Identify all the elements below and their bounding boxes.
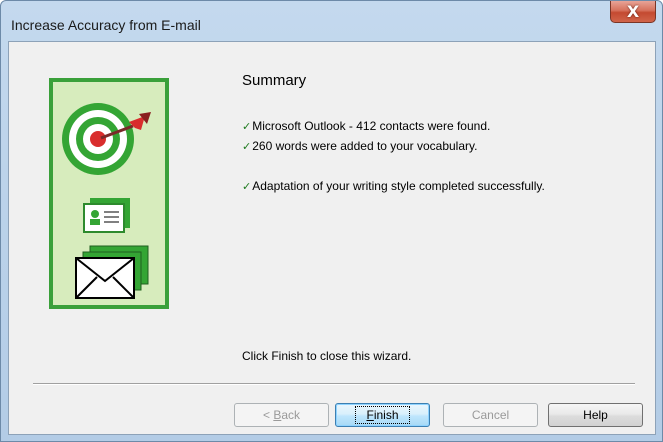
summary-item: ✓260 words were added to your vocabulary… <box>242 139 477 153</box>
wizard-window: Increase Accuracy from E-mail X Summary … <box>0 0 663 442</box>
checkmark-icon: ✓ <box>242 140 252 153</box>
title-bar[interactable]: Increase Accuracy from E-mail X <box>1 1 662 41</box>
summary-item-text: Microsoft Outlook - 412 contacts were fo… <box>252 119 491 133</box>
cancel-button[interactable]: Cancel <box>443 403 538 427</box>
close-button[interactable]: X <box>610 1 656 23</box>
wizard-illustration <box>49 78 169 309</box>
help-button-label: Help <box>583 408 608 422</box>
back-button-label: < Back <box>262 408 301 422</box>
contact-card-icon <box>83 198 130 233</box>
cancel-button-label: Cancel <box>471 408 510 422</box>
envelope-icon <box>75 245 149 299</box>
help-button[interactable]: Help <box>548 403 643 427</box>
summary-heading: Summary <box>242 72 307 89</box>
finish-button[interactable]: Finish <box>335 403 430 427</box>
checkmark-icon: ✓ <box>242 120 252 133</box>
finish-instruction: Click Finish to close this wizard. <box>242 349 412 363</box>
back-button[interactable]: < Back <box>234 403 329 427</box>
checkmark-icon: ✓ <box>242 180 252 193</box>
summary-item-text: 260 words were added to your vocabulary. <box>252 139 478 153</box>
separator-line <box>33 383 635 385</box>
window-title: Increase Accuracy from E-mail <box>11 17 201 33</box>
summary-item: ✓Adaptation of your writing style comple… <box>242 179 545 193</box>
finish-button-label: Finish <box>355 406 410 424</box>
summary-item: ✓Microsoft Outlook - 412 contacts were f… <box>242 119 490 133</box>
summary-item-text: Adaptation of your writing style complet… <box>252 179 545 193</box>
target-icon <box>62 103 134 175</box>
close-icon: X <box>626 1 640 21</box>
wizard-client-area: Summary ✓Microsoft Outlook - 412 contact… <box>8 41 656 435</box>
